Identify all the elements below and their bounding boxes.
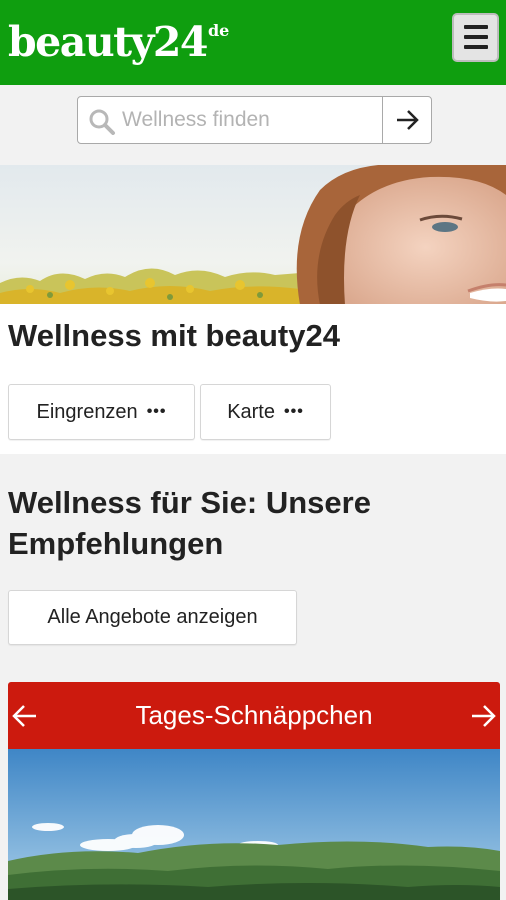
magnifier-icon [89, 109, 115, 135]
hamburger-menu-button[interactable] [452, 13, 499, 62]
map-button[interactable]: Karte ••• [200, 384, 331, 440]
logo-text: beauty24 [8, 18, 208, 66]
more-dots-icon: ••• [284, 403, 304, 420]
daily-deal-title: Tages-Schnäppchen [135, 700, 373, 730]
search-bar [77, 96, 432, 144]
arrow-left-icon[interactable] [11, 702, 39, 730]
refine-button-label: Eingrenzen [36, 400, 138, 423]
map-button-label: Karte [227, 400, 275, 423]
hero-banner-image [0, 165, 506, 305]
logo-tld: de [207, 21, 230, 40]
all-offers-button[interactable]: Alle Angebote anzeigen [8, 590, 297, 645]
refine-button[interactable]: Eingrenzen ••• [8, 384, 195, 440]
more-dots-icon: ••• [146, 403, 167, 420]
page-title: Wellness mit beauty24 [8, 318, 340, 353]
arrow-right-icon [396, 110, 419, 130]
app-header: beauty24de [0, 0, 506, 85]
arrow-right-icon[interactable] [469, 702, 497, 730]
beauty24-logo[interactable]: beauty24de [8, 14, 229, 79]
recommendations-heading: Wellness für Sie: Unsere Empfehlungen [8, 485, 371, 561]
daily-deal-image[interactable] [8, 749, 500, 900]
daily-deal-carousel: Tages-Schnäppchen [8, 682, 500, 900]
search-submit-button[interactable] [382, 97, 432, 143]
daily-deal-header: Tages-Schnäppchen [8, 682, 500, 749]
all-offers-button-label: Alle Angebote anzeigen [47, 606, 258, 628]
hamburger-menu-icon [464, 25, 488, 29]
search-input[interactable] [122, 99, 382, 141]
